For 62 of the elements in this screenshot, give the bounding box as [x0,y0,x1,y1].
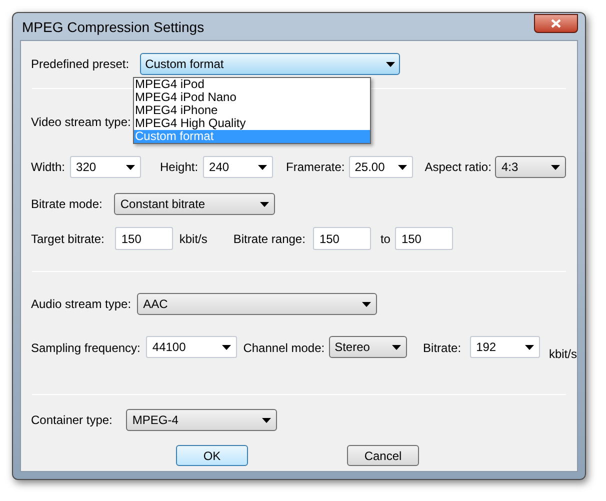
field-label: Height: [160,159,198,176]
field-label: Video stream type: [31,114,131,131]
dropdown-value: Constant bitrate [120,196,206,213]
input-field[interactable]: 150 [395,227,454,250]
field-label: Predefined preset: [31,56,130,73]
field-label: kbit/s [548,346,577,363]
dropdown-arrow-icon [262,418,272,422]
dropdown-arrow-icon [386,62,396,66]
preset-dropdown[interactable]: Custom format [140,53,400,75]
input-field[interactable]: 150 [115,227,174,250]
field-label: Bitrate range: [233,230,306,248]
field-label: Audio stream type: [31,296,132,313]
dropdown-value: 25.00 [354,159,385,176]
dropdown-arrow-icon [392,344,402,350]
dropdown[interactable]: 44100 [146,336,238,358]
field-label: Bitrate mode: [31,196,102,213]
dialog-button[interactable]: OK [176,445,248,466]
dropdown[interactable]: AAC [137,293,378,315]
dropdown-value: 4:3 [501,159,518,176]
preset-option[interactable]: MPEG4 iPod [134,78,370,91]
dropdown[interactable]: 4:3 [495,156,566,178]
dropdown-value: 320 [76,159,96,176]
field-label: Width: [31,159,66,176]
field-label: Channel mode: [243,340,325,357]
dropdown-value: AAC [143,296,168,313]
input-field[interactable]: 150 [313,227,372,250]
dropdown-arrow-icon [398,164,407,170]
preset-option[interactable]: MPEG4 High Quality [134,117,370,130]
dropdown[interactable]: 320 [70,156,142,178]
dropdown-value: 44100 [152,339,186,356]
field-label: Aspect ratio: [424,159,492,176]
dropdown-value: Custom format [145,56,224,73]
preset-option[interactable]: MPEG4 iPod Nano [134,91,370,104]
close-icon [551,19,561,28]
dropdown-value: 192 [476,339,496,356]
dropdown-arrow-icon [362,302,372,306]
dropdown-arrow-icon [260,202,270,206]
field-label: Container type: [31,412,112,429]
field-label: to [380,230,390,248]
dropdown[interactable]: 25.00 [348,156,413,178]
dropdown-arrow-icon [258,164,268,170]
dropdown[interactable]: Stereo [328,336,408,358]
field-label: Framerate: [286,159,345,176]
dropdown[interactable]: 240 [203,156,274,178]
dropdown-arrow-icon [222,344,232,350]
dropdown-value: 240 [209,159,230,176]
preset-option[interactable]: MPEG4 iPhone [134,104,370,117]
window-title: MPEG Compression Settings [22,18,204,37]
dropdown-arrow-icon [126,164,136,170]
dropdown-value: MPEG-4 [132,412,178,429]
dropdown[interactable]: MPEG-4 [126,409,278,431]
close-button[interactable] [534,14,578,33]
dropdown-value: Stereo [334,339,370,356]
dropdown[interactable]: 192 [470,336,540,358]
dropdown-arrow-icon [551,164,560,170]
field-label: Bitrate: [423,340,462,357]
field-label: Sampling frequency: [31,340,140,357]
dropdown[interactable]: Constant bitrate [114,193,276,215]
field-label: Target bitrate: [31,230,104,248]
dialog-button[interactable]: Cancel [347,445,419,466]
field-label: kbit/s [179,230,208,248]
dropdown-arrow-icon [524,344,534,350]
